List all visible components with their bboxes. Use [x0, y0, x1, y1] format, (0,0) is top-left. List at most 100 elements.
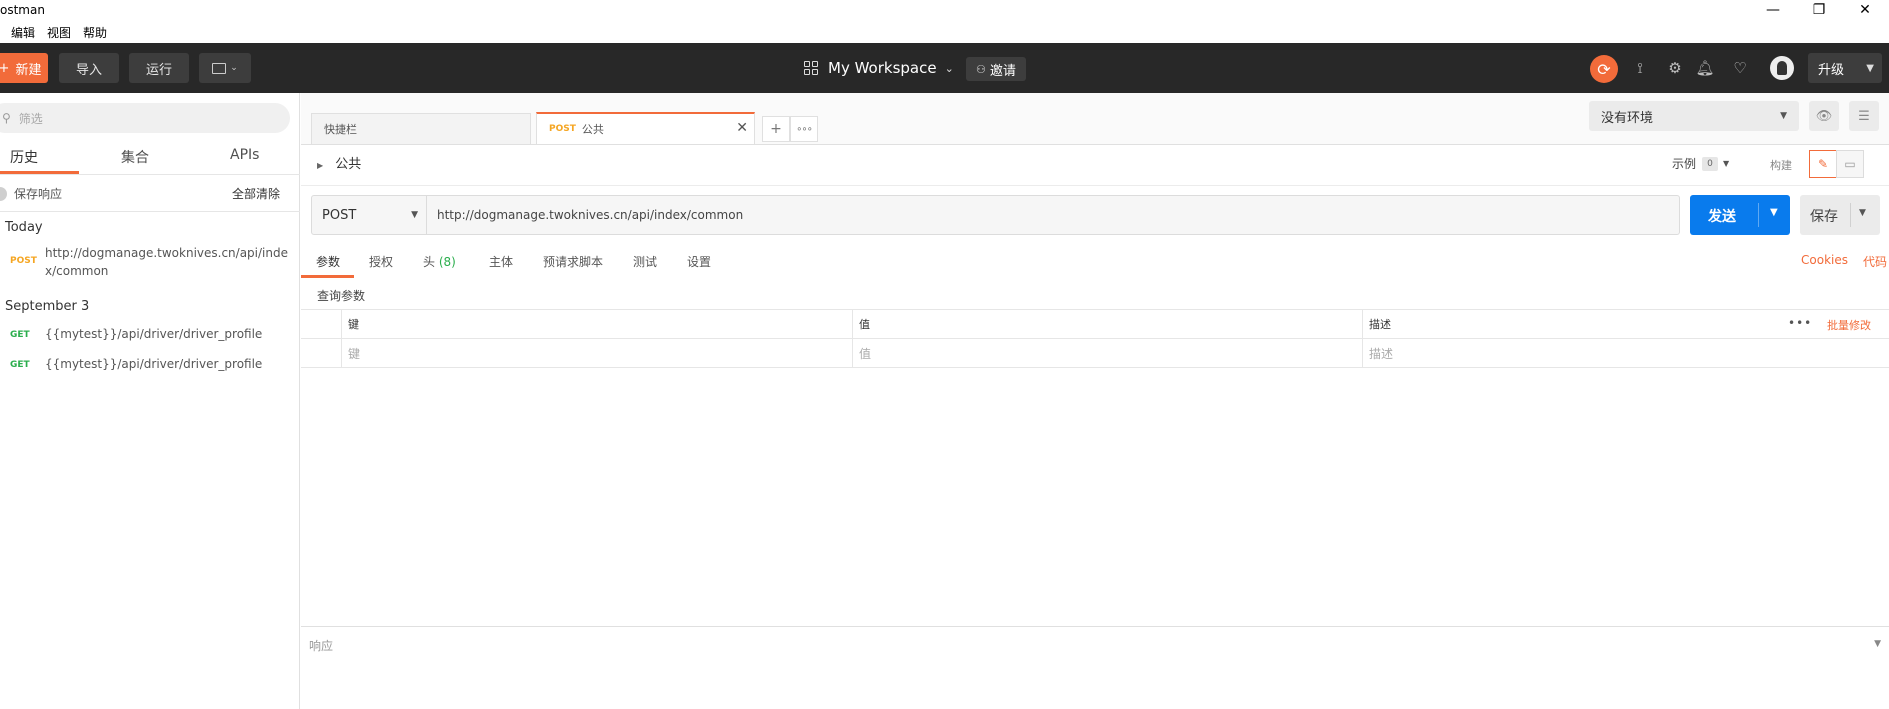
- tab-body[interactable]: 主体: [489, 253, 513, 270]
- tab-authorization[interactable]: 授权: [369, 253, 393, 270]
- tab-apis[interactable]: APIs: [230, 147, 259, 163]
- satellite-icon[interactable]: ⟟: [1630, 58, 1650, 78]
- tab-shortcuts[interactable]: 快捷栏: [311, 113, 531, 144]
- code-link[interactable]: 代码: [1863, 253, 1887, 270]
- request-name: 公共: [335, 157, 362, 172]
- caret-down-icon[interactable]: ▼: [1874, 639, 1881, 649]
- tab-options-button[interactable]: ∘∘∘: [790, 116, 818, 142]
- tab-label: 公共: [581, 123, 604, 136]
- cookies-link[interactable]: Cookies: [1801, 253, 1848, 267]
- save-responses-toggle[interactable]: 保存响应: [0, 185, 62, 202]
- new-window-button[interactable]: ⌄: [199, 53, 251, 83]
- divider: [0, 174, 300, 175]
- bulk-edit-link[interactable]: 批量修改: [1827, 317, 1871, 333]
- menu-bar: 编辑 视图 帮助: [0, 22, 119, 42]
- avatar[interactable]: [1770, 56, 1794, 80]
- headers-count: (8): [438, 255, 456, 269]
- history-item[interactable]: POST http://dogmanage.twoknives.cn/api/i…: [0, 246, 300, 288]
- window-icon: [212, 62, 227, 74]
- history-url: http://dogmanage.twoknives.cn/api/index/…: [45, 246, 288, 278]
- history-item[interactable]: GET {{mytest}}/api/driver/driver_profile: [0, 325, 300, 349]
- workspace-name: My Workspace: [828, 59, 937, 77]
- environment-quick-look-button[interactable]: 👁︎: [1809, 101, 1839, 131]
- import-button[interactable]: 导入: [59, 53, 119, 83]
- method-badge: POST: [10, 256, 37, 266]
- history-item[interactable]: GET {{mytest}}/api/driver/driver_profile: [0, 355, 300, 379]
- tab-settings[interactable]: 设置: [687, 253, 711, 270]
- tab-params[interactable]: 参数: [316, 253, 340, 270]
- key-input[interactable]: 键: [341, 339, 852, 367]
- description-input[interactable]: 描述: [1362, 339, 1889, 367]
- bell-icon[interactable]: 🔔︎: [1695, 58, 1715, 78]
- manage-environments-button[interactable]: ☰: [1849, 101, 1879, 131]
- heart-icon[interactable]: ♡: [1730, 58, 1750, 78]
- plus-icon: +: [0, 60, 10, 76]
- main-panel: 快捷栏 POST 公共 ✕ + ∘∘∘ 没有环境 ▼ 👁︎ ☰ ▶ 公共 示例 …: [301, 93, 1889, 709]
- new-tab-button[interactable]: +: [762, 116, 790, 142]
- request-tab-bar: 快捷栏 POST 公共 ✕ + ∘∘∘ 没有环境 ▼ 👁︎ ☰: [301, 93, 1889, 145]
- clear-all-button[interactable]: 全部清除: [232, 185, 280, 202]
- environment-select[interactable]: 没有环境 ▼: [1589, 101, 1799, 131]
- tab-headers-label: 头: [423, 255, 436, 269]
- build-mode-button[interactable]: ✎: [1809, 150, 1837, 178]
- value-input[interactable]: 值: [852, 339, 1362, 367]
- tab-history[interactable]: 历史: [10, 147, 38, 167]
- history-url: {{mytest}}/api/driver/driver_profile: [45, 327, 263, 341]
- close-window-button[interactable]: ✕: [1842, 0, 1888, 20]
- tab-request-common[interactable]: POST 公共 ✕: [536, 112, 755, 144]
- restore-button[interactable]: ❐: [1796, 0, 1842, 20]
- save-responses-label: 保存响应: [14, 187, 63, 201]
- run-button[interactable]: 运行: [129, 53, 189, 83]
- method-select[interactable]: POST ▼: [312, 196, 427, 234]
- sidebar: ⚲ 筛选 历史 集合 APIs 保存响应 全部清除 Today POST htt…: [0, 93, 300, 709]
- more-icon: ∘∘∘: [796, 123, 813, 135]
- tab-collections[interactable]: 集合: [121, 147, 149, 167]
- divider: [301, 185, 1889, 186]
- method-badge: GET: [10, 360, 30, 370]
- invite-label: 邀请: [989, 63, 1016, 79]
- save-button[interactable]: 保存 ▼: [1800, 195, 1880, 235]
- chevron-down-icon: ⌄: [944, 61, 954, 75]
- toggle-switch[interactable]: [0, 186, 7, 201]
- search-input[interactable]: ⚲ 筛选: [0, 103, 290, 133]
- new-button[interactable]: + 新建: [0, 53, 48, 83]
- caret-down-icon[interactable]: ▼: [1859, 208, 1866, 218]
- sync-icon[interactable]: ⟳: [1590, 55, 1618, 83]
- tab-tests[interactable]: 测试: [633, 253, 657, 270]
- table-row: 键 值 描述: [301, 339, 1889, 368]
- upgrade-button[interactable]: 升级 ▼: [1808, 53, 1882, 83]
- minimize-button[interactable]: —: [1750, 0, 1796, 20]
- chevron-down-icon: ⌄: [230, 63, 238, 73]
- send-button[interactable]: 发送 ▼: [1690, 195, 1790, 235]
- tab-headers[interactable]: 头 (8): [423, 253, 456, 270]
- active-tab-indicator: [301, 275, 354, 278]
- workspace-grid-icon: [804, 61, 818, 75]
- expand-icon: ▶: [317, 161, 324, 170]
- gear-icon[interactable]: ⚙: [1665, 58, 1685, 78]
- url-input[interactable]: http://dogmanage.twoknives.cn/api/index/…: [437, 208, 743, 222]
- save-label: 保存: [1810, 209, 1838, 225]
- column-description: 描述: [1362, 310, 1782, 338]
- invite-button[interactable]: ⚇ 邀请: [966, 57, 1026, 81]
- menu-help[interactable]: 帮助: [83, 22, 107, 42]
- more-icon[interactable]: •••: [1788, 316, 1812, 330]
- response-label: 响应: [309, 639, 334, 653]
- menu-view[interactable]: 视图: [47, 22, 71, 42]
- search-placeholder: 筛选: [18, 111, 43, 126]
- method-value: POST: [322, 207, 357, 223]
- examples-dropdown[interactable]: 示例 0 ▼: [1672, 155, 1729, 172]
- caret-down-icon: ▼: [411, 210, 418, 220]
- tab-pre-request-script[interactable]: 预请求脚本: [543, 253, 603, 270]
- request-title[interactable]: ▶ 公共: [317, 153, 361, 172]
- menu-edit[interactable]: 编辑: [11, 22, 35, 42]
- response-panel[interactable]: 响应 ▼: [301, 626, 1889, 709]
- comments-button[interactable]: ▭: [1836, 150, 1864, 178]
- caret-down-icon[interactable]: ▼: [1770, 207, 1778, 218]
- divider: [1758, 203, 1759, 227]
- close-icon[interactable]: ✕: [736, 120, 748, 136]
- eye-icon: 👁︎: [1815, 108, 1833, 124]
- caret-down-icon: ▼: [1866, 63, 1874, 74]
- method-badge: GET: [10, 330, 30, 340]
- workspace-switcher[interactable]: My Workspace ⌄: [804, 53, 954, 83]
- new-button-label: 新建: [15, 62, 42, 78]
